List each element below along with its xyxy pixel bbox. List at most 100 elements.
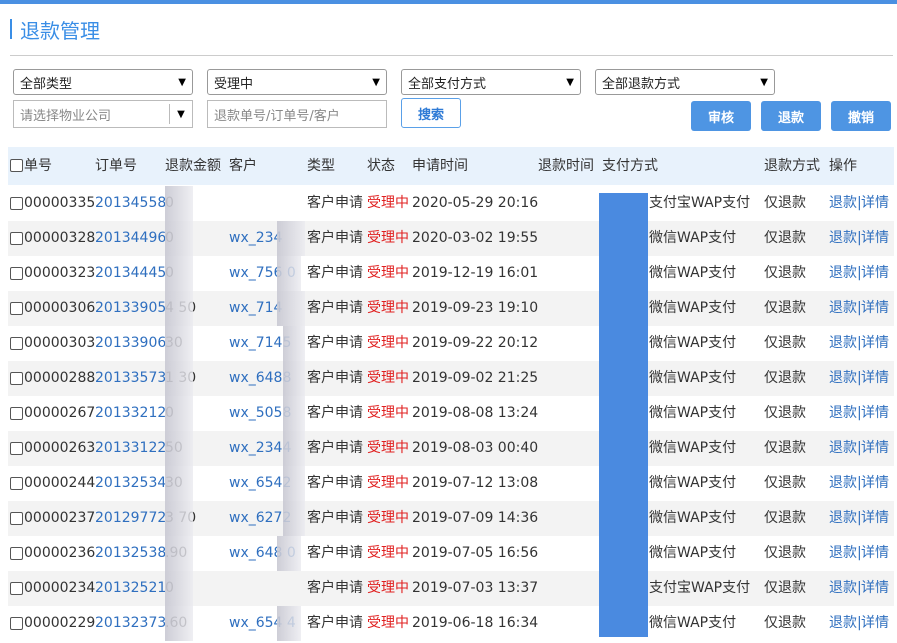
- pay-method: 微信WAP支付: [649, 405, 737, 421]
- row-checkbox[interactable]: [10, 617, 23, 630]
- refund-no: 00000244: [24, 475, 96, 491]
- refund-type: 客户申请: [307, 370, 363, 386]
- row-detail-link[interactable]: 详情: [861, 501, 889, 536]
- type-select-value: 全部类型: [20, 76, 73, 92]
- row-detail-link[interactable]: 详情: [861, 291, 889, 326]
- order-no-link[interactable]: 20134445: [95, 256, 166, 291]
- row-refund-link[interactable]: 退款: [829, 606, 857, 641]
- order-no-link[interactable]: 20132534: [95, 466, 166, 501]
- row-checkbox[interactable]: [10, 372, 23, 385]
- refund-type: 客户申请: [307, 300, 363, 316]
- redaction-mask: [165, 431, 193, 466]
- row-detail-link[interactable]: 详情: [861, 221, 889, 256]
- audit-button[interactable]: 审核: [691, 101, 751, 131]
- page-title-text: 退款管理: [20, 18, 100, 43]
- row-refund-link[interactable]: 退款: [829, 431, 857, 466]
- row-detail-link[interactable]: 详情: [861, 326, 889, 361]
- row-refund-link[interactable]: 退款: [829, 536, 857, 571]
- redaction-mask: [165, 361, 193, 396]
- row-detail-link[interactable]: 详情: [861, 431, 889, 466]
- apply-time: 2019-08-03 00:40: [412, 440, 539, 456]
- row-refund-link[interactable]: 退款: [829, 256, 857, 291]
- row-refund-link[interactable]: 退款: [829, 221, 857, 256]
- row-checkbox[interactable]: [10, 442, 23, 455]
- row-checkbox[interactable]: [10, 547, 23, 560]
- row-detail-link[interactable]: 详情: [861, 466, 889, 501]
- search-button[interactable]: 搜索: [401, 98, 461, 128]
- redaction-mask: [165, 326, 193, 361]
- order-no-link[interactable]: 20134558: [95, 186, 166, 221]
- customer-link[interactable]: wx_234: [229, 221, 282, 256]
- refund-method-select[interactable]: 全部退款方式 ▼: [595, 69, 775, 95]
- refund-no: 00000323: [24, 265, 96, 281]
- order-no-link[interactable]: 20133573: [95, 361, 166, 396]
- pay-method-select[interactable]: 全部支付方式 ▼: [401, 69, 581, 95]
- row-checkbox[interactable]: [10, 267, 23, 280]
- pay-column-overlay: [599, 193, 648, 637]
- order-no-link[interactable]: 20134496: [95, 221, 166, 256]
- row-detail-link[interactable]: 详情: [861, 536, 889, 571]
- row-detail-link[interactable]: 详情: [861, 256, 889, 291]
- row-checkbox[interactable]: [10, 197, 23, 210]
- refund-no: 00000237: [24, 510, 96, 526]
- status-select[interactable]: 受理中 ▼: [207, 69, 387, 95]
- customer-link[interactable]: wx_714: [229, 291, 282, 326]
- redaction-mask: [277, 606, 301, 641]
- status-select-value: 受理中: [214, 76, 254, 92]
- redaction-mask: [283, 361, 305, 396]
- refund-no: 00000328: [24, 230, 96, 246]
- order-no-link[interactable]: 20132538: [95, 536, 166, 571]
- cancel-button[interactable]: 撤销: [831, 101, 891, 131]
- row-detail-link[interactable]: 详情: [861, 361, 889, 396]
- keyword-input[interactable]: 退款单号/订单号/客户: [207, 100, 387, 128]
- order-no-link[interactable]: 20132373: [95, 606, 166, 641]
- refund-button[interactable]: 退款: [761, 101, 821, 131]
- company-combobox[interactable]: 请选择物业公司 ▼: [13, 100, 193, 128]
- row-detail-link[interactable]: 详情: [861, 186, 889, 221]
- order-no-link[interactable]: 20129772: [95, 501, 166, 536]
- refund-no: 00000236: [24, 545, 96, 561]
- row-refund-link[interactable]: 退款: [829, 291, 857, 326]
- row-detail-link[interactable]: 详情: [861, 606, 889, 641]
- apply-time: 2020-03-02 19:55: [412, 230, 539, 246]
- type-select[interactable]: 全部类型 ▼: [13, 69, 193, 95]
- order-no-link[interactable]: 20133212: [95, 396, 166, 431]
- row-refund-link[interactable]: 退款: [829, 361, 857, 396]
- row-detail-link[interactable]: 详情: [861, 571, 889, 606]
- row-refund-link[interactable]: 退款: [829, 501, 857, 536]
- order-no-link[interactable]: 20133906: [95, 326, 166, 361]
- refund-method: 仅退款: [764, 405, 806, 421]
- refund-type: 客户申请: [307, 230, 363, 246]
- row-checkbox[interactable]: [10, 302, 23, 315]
- row-refund-link[interactable]: 退款: [829, 186, 857, 221]
- row-checkbox[interactable]: [10, 477, 23, 490]
- order-no-link[interactable]: 20133905: [95, 291, 166, 326]
- header-status: 状态: [367, 158, 395, 174]
- row-checkbox[interactable]: [10, 512, 23, 525]
- apply-time: 2019-09-02 21:25: [412, 370, 539, 386]
- row-refund-link[interactable]: 退款: [829, 571, 857, 606]
- refund-no: 00000234: [24, 580, 96, 596]
- order-no-link[interactable]: 20133122: [95, 431, 166, 466]
- refund-type: 客户申请: [307, 195, 363, 211]
- pay-method: 微信WAP支付: [649, 440, 737, 456]
- redaction-mask: [165, 221, 193, 256]
- table-row: 00000288201335731 30wx_6488客户申请受理中2019-0…: [8, 361, 894, 396]
- pay-method: 微信WAP支付: [649, 300, 737, 316]
- row-refund-link[interactable]: 退款: [829, 396, 857, 431]
- top-accent-bar: [0, 0, 897, 4]
- header-refund-method: 退款方式: [764, 158, 820, 174]
- row-refund-link[interactable]: 退款: [829, 466, 857, 501]
- chevron-down-icon[interactable]: ▼: [170, 109, 192, 120]
- row-detail-link[interactable]: 详情: [861, 396, 889, 431]
- row-checkbox[interactable]: [10, 407, 23, 420]
- row-checkbox[interactable]: [10, 232, 23, 245]
- select-all-checkbox[interactable]: [10, 159, 23, 172]
- table-row: 00000328201344960wx_234客户申请受理中2020-03-02…: [8, 221, 894, 256]
- redaction-mask: [165, 396, 193, 431]
- row-checkbox[interactable]: [10, 582, 23, 595]
- redaction-mask: [165, 256, 193, 291]
- row-refund-link[interactable]: 退款: [829, 326, 857, 361]
- order-no-link[interactable]: 20132521: [95, 571, 166, 606]
- row-checkbox[interactable]: [10, 337, 23, 350]
